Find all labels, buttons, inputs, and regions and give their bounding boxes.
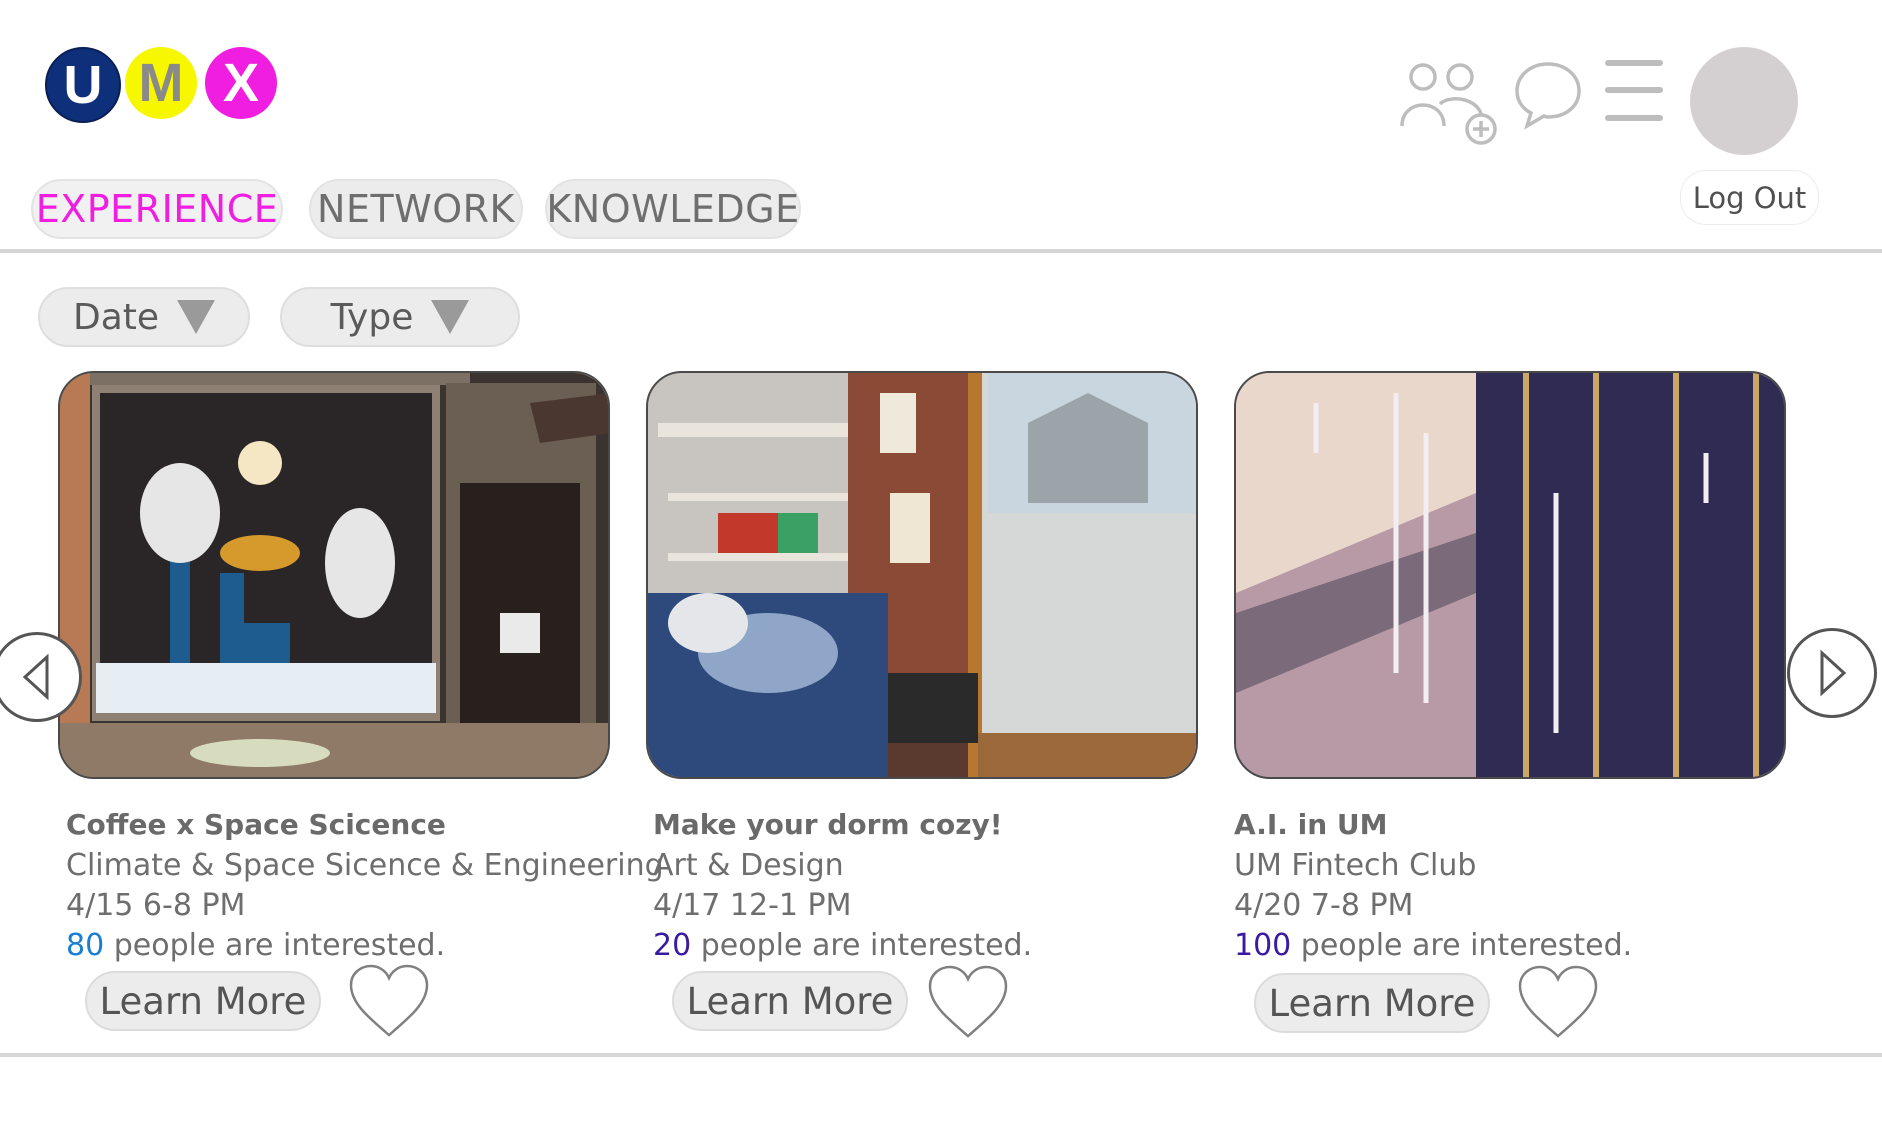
event-category: Art & Design — [653, 848, 844, 883]
event-title: A.I. in UM — [1234, 808, 1388, 841]
interest-count: 20 — [653, 928, 692, 963]
event-interest: 80 people are interested. — [66, 928, 445, 963]
chevron-left-icon — [22, 653, 49, 701]
learn-more-button[interactable]: Learn More — [672, 971, 908, 1031]
logo-x-circle: X — [205, 47, 277, 119]
event-image-cozy-room[interactable] — [646, 371, 1198, 779]
logo-letter-x: X — [222, 53, 260, 113]
event-time: 4/20 7-8 PM — [1234, 888, 1414, 923]
date-filter-dropdown[interactable]: Date — [38, 287, 250, 347]
interest-text: people are interested. — [691, 928, 1033, 963]
event-time: 4/15 6-8 PM — [66, 888, 246, 923]
logo-letter-u: U — [63, 55, 103, 115]
chat-icon[interactable] — [1514, 60, 1582, 130]
tab-experience-label: EXPERIENCE — [35, 187, 279, 231]
event-image-coffee-shop[interactable] — [58, 371, 610, 779]
event-category: UM Fintech Club — [1234, 848, 1477, 883]
dropdown-triangle-icon — [177, 300, 216, 334]
add-people-icon[interactable] — [1398, 58, 1500, 150]
learn-more-button[interactable]: Learn More — [1254, 973, 1490, 1033]
header-divider — [0, 249, 1882, 253]
interest-count: 80 — [66, 928, 105, 963]
menu-icon[interactable] — [1604, 58, 1664, 124]
event-interest: 100 people are interested. — [1234, 928, 1632, 963]
event-image-glass-building[interactable] — [1234, 371, 1786, 779]
heart-icon[interactable] — [1517, 964, 1599, 1040]
event-category: Climate & Space Sicence & Engineering — [66, 848, 664, 883]
interest-text: people are interested. — [104, 928, 446, 963]
tab-network[interactable]: NETWORK — [309, 179, 523, 239]
interest-count: 100 — [1234, 928, 1292, 963]
type-filter-label: Type — [330, 296, 414, 338]
learn-more-label: Learn More — [99, 979, 307, 1023]
chevron-right-icon — [1820, 649, 1847, 697]
logo-u-circle: U — [45, 47, 121, 123]
tab-knowledge[interactable]: KNOWLEDGE — [545, 179, 801, 239]
logo-m-circle: M — [125, 47, 197, 119]
tab-network-label: NETWORK — [317, 187, 515, 231]
cozy-room-photo — [648, 373, 1196, 777]
coffee-shop-illustration — [60, 373, 608, 777]
carousel-next-button[interactable] — [1787, 628, 1877, 718]
learn-more-label: Learn More — [686, 979, 894, 1023]
learn-more-label: Learn More — [1268, 981, 1476, 1025]
footer-divider — [0, 1053, 1882, 1057]
heart-icon[interactable] — [927, 964, 1009, 1040]
event-interest: 20 people are interested. — [653, 928, 1032, 963]
logo-letter-m: M — [138, 53, 184, 113]
logout-button[interactable]: Log Out — [1680, 170, 1819, 225]
event-time: 4/17 12-1 PM — [653, 888, 852, 923]
tab-experience[interactable]: EXPERIENCE — [31, 179, 283, 239]
heart-icon[interactable] — [348, 963, 430, 1039]
event-title: Coffee x Space Scicence — [66, 808, 446, 841]
tab-knowledge-label: KNOWLEDGE — [546, 187, 800, 231]
learn-more-button[interactable]: Learn More — [85, 971, 321, 1031]
event-title: Make your dorm cozy! — [653, 808, 1003, 841]
dropdown-triangle-icon — [431, 300, 470, 334]
interest-text: people are interested. — [1291, 928, 1633, 963]
date-filter-label: Date — [72, 296, 160, 338]
glass-building-photo — [1236, 373, 1784, 777]
type-filter-dropdown[interactable]: Type — [280, 287, 520, 347]
logout-label: Log Out — [1692, 180, 1807, 215]
avatar[interactable] — [1690, 47, 1798, 155]
